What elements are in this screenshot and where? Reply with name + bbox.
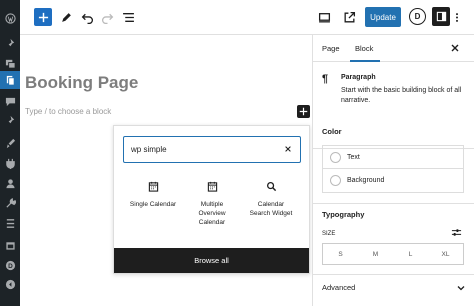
size-option-m[interactable]: M <box>358 244 393 264</box>
inline-inserter-button[interactable] <box>297 105 310 118</box>
pages-icon[interactable] <box>0 71 20 89</box>
pencil-icon <box>61 13 71 22</box>
block-search-input[interactable] <box>131 145 271 154</box>
sidebar-icon <box>436 11 446 22</box>
redo-icon <box>101 13 113 24</box>
pin-icon[interactable] <box>3 36 17 50</box>
block-result-single-calendar[interactable]: Single Calendar <box>125 181 181 209</box>
block-result-multiple-overview-calendar[interactable]: Multiple Overview Calendar <box>184 181 240 227</box>
appearance-icon[interactable] <box>3 136 17 150</box>
size-option-s[interactable]: S <box>323 244 358 264</box>
color-swatch <box>330 151 341 163</box>
block-description: Start with the basic building block of a… <box>341 87 462 104</box>
clear-search-button[interactable] <box>283 144 293 154</box>
search-icon <box>266 182 276 192</box>
redo-button[interactable] <box>99 8 115 27</box>
color-swatch <box>330 175 341 186</box>
update-button[interactable]: Update <box>365 7 401 27</box>
svg-text:D: D <box>8 262 13 269</box>
tab-page[interactable]: Page <box>322 44 340 53</box>
undo-button[interactable] <box>79 8 95 27</box>
tools-icon[interactable] <box>3 196 17 210</box>
size-option-xl[interactable]: XL <box>428 244 463 264</box>
options-button[interactable] <box>452 8 462 27</box>
color-text-option[interactable]: Text <box>323 146 463 169</box>
preview-button[interactable] <box>316 8 332 27</box>
list-view-icon <box>122 13 134 22</box>
users-icon[interactable] <box>3 176 17 190</box>
block-name: Paragraph <box>341 74 376 81</box>
tools-button[interactable] <box>58 8 74 27</box>
block-editor: D Update D Booking Page Type / to choose… <box>0 0 474 306</box>
size-label: SIZE <box>322 231 336 237</box>
list-view-button[interactable] <box>120 8 136 27</box>
desktop-icon <box>318 13 330 23</box>
size-settings-icon[interactable] <box>451 227 462 238</box>
color-background-option[interactable]: Background <box>323 169 463 192</box>
block-result-label: Single Calendar <box>129 201 177 208</box>
block-placeholder[interactable]: Type / to choose a block <box>25 107 111 116</box>
collapse-menu-icon[interactable] <box>3 277 17 291</box>
plugin-avatar-button[interactable]: D <box>409 8 426 25</box>
settings-toggle-button[interactable] <box>432 7 450 26</box>
typography-panel-title[interactable]: Typography <box>322 210 364 219</box>
color-option-label: Background <box>347 177 385 184</box>
divider <box>313 203 474 204</box>
d-plugin-icon[interactable]: D <box>3 258 17 272</box>
plugins-icon[interactable] <box>3 156 17 170</box>
pin-icon[interactable] <box>3 113 17 127</box>
settings-sidebar: Page Block ¶ Paragraph Start with the ba… <box>312 35 474 306</box>
divider <box>313 274 474 275</box>
color-options: Text Background <box>322 145 464 193</box>
wordpress-logo-icon[interactable] <box>3 11 17 25</box>
chevron-down-icon[interactable] <box>456 283 466 293</box>
settings-icon[interactable] <box>3 216 17 230</box>
color-panel-title[interactable]: Color <box>322 127 342 136</box>
advanced-panel-title[interactable]: Advanced <box>322 283 355 292</box>
block-search-box <box>123 136 301 163</box>
view-page-button[interactable] <box>341 8 357 27</box>
calendar-icon <box>148 181 158 192</box>
size-option-l[interactable]: L <box>393 244 428 264</box>
admin-sidebar: D <box>0 0 20 306</box>
media-icon[interactable] <box>3 56 17 70</box>
font-size-picker: S M L XL <box>322 243 464 265</box>
browse-all-button[interactable]: Browse all <box>114 248 309 273</box>
calendar-icon <box>207 181 217 192</box>
undo-icon <box>81 13 93 24</box>
sidebar-tabs: Page Block <box>313 35 474 62</box>
paragraph-icon: ¶ <box>322 73 329 85</box>
plus-icon <box>299 107 308 116</box>
external-link-icon <box>344 11 355 23</box>
block-result-label: Calendar Search Widget <box>249 201 293 217</box>
plus-icon <box>38 12 48 22</box>
comments-icon[interactable] <box>3 94 17 108</box>
close-icon[interactable] <box>450 43 460 53</box>
calendar-icon[interactable] <box>3 238 17 252</box>
color-option-label: Text <box>347 153 360 161</box>
page-title[interactable]: Booking Page <box>25 73 138 93</box>
block-inserter-popover: Single Calendar Multiple Overview Calend… <box>113 125 310 274</box>
block-inserter-toggle[interactable] <box>34 8 52 26</box>
block-result-calendar-search-widget[interactable]: Calendar Search Widget <box>243 181 299 218</box>
tab-block[interactable]: Block <box>355 44 373 53</box>
editor-toolbar: Update D <box>20 0 474 35</box>
more-vertical-icon <box>456 13 458 22</box>
block-result-label: Multiple Overview Calendar <box>198 201 226 226</box>
close-icon <box>285 146 291 152</box>
